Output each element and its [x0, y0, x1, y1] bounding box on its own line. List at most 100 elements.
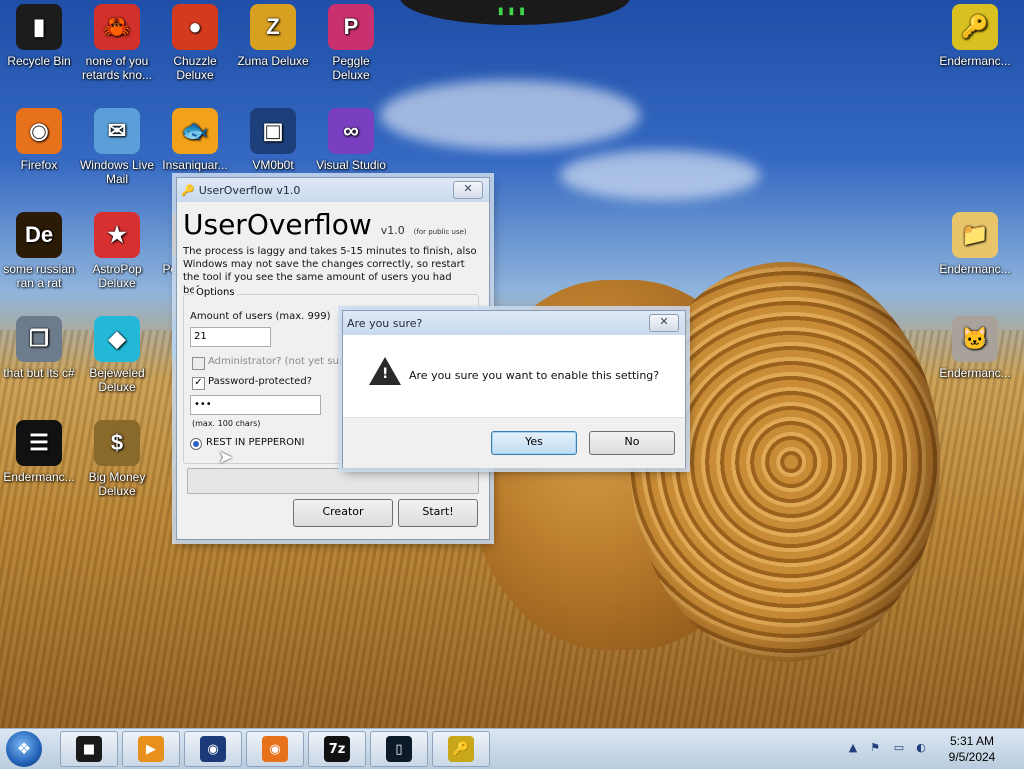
- taskbar-button-7zip[interactable]: 7z: [308, 731, 366, 767]
- media-player-icon: ▶: [138, 736, 164, 762]
- admin-checkbox[interactable]: [192, 357, 205, 370]
- desktop-icon[interactable]: 🦀 none of you retards kno...: [78, 4, 156, 82]
- desktop-icon-label: none of you retards kno...: [81, 54, 153, 82]
- desktop-icon-label: Big Money Deluxe: [88, 470, 146, 498]
- desktop-icon[interactable]: ❐ that but its c#: [0, 316, 78, 380]
- desktop-icon[interactable]: ▣ VM0b0t: [234, 108, 312, 172]
- desktop-icon[interactable]: ∞ Visual Studio: [312, 108, 390, 172]
- useroverflow-body: UserOverflow v1.0 (for public use) The p…: [183, 208, 479, 297]
- desktop-icon[interactable]: 🔑 Endermanc...: [936, 4, 1014, 68]
- password-label: Password-protected?: [208, 376, 312, 387]
- desktop-icon-glyph: 🐟: [172, 108, 218, 154]
- desktop-icon-glyph: 🐱: [952, 316, 998, 362]
- desktop-icon-glyph: ∞: [328, 108, 374, 154]
- desktop-icon[interactable]: $ Big Money Deluxe: [78, 420, 156, 498]
- app-heading: UserOverflow v1.0 (for public use): [183, 208, 479, 241]
- desktop-icon-label: Peggle Deluxe: [332, 54, 370, 82]
- no-button[interactable]: No: [589, 431, 675, 455]
- cloud: [380, 80, 640, 150]
- top-gadget: ▮ ▮ ▮: [400, 0, 630, 25]
- progress-bar: [187, 468, 479, 494]
- users-input[interactable]: 21: [190, 327, 271, 347]
- desktop-icon-label: Chuzzle Deluxe: [173, 54, 217, 82]
- globe-app-icon: ◉: [200, 736, 226, 762]
- desktop-icon[interactable]: De some russian ran a rat: [0, 212, 78, 290]
- desktop-icon-label: Windows Live Mail: [79, 158, 155, 186]
- close-icon[interactable]: ✕: [453, 181, 483, 199]
- taskbar-button-media-player[interactable]: ▶: [122, 731, 180, 767]
- show-hidden-icons-icon[interactable]: ▲: [846, 741, 860, 755]
- desktop-icon-label: Endermanc...: [3, 470, 75, 484]
- start-button[interactable]: ❖: [6, 731, 42, 767]
- desktop-icon-glyph: ◉: [16, 108, 62, 154]
- desktop-icon[interactable]: ★ AstroPop Deluxe: [78, 212, 156, 290]
- warning-icon: !: [369, 357, 401, 385]
- volume-icon[interactable]: ◐: [914, 741, 928, 755]
- desktop-icon-glyph: ▣: [250, 108, 296, 154]
- firefox-icon: ◉: [262, 736, 288, 762]
- confirm-dialog: Are you sure? ✕ ! Are you sure you want …: [342, 310, 686, 468]
- desktop-icon-label: Endermanc...: [939, 366, 1011, 380]
- desktop-icon-label: Zuma Deluxe: [237, 54, 309, 68]
- desktop-icon-glyph: Z: [250, 4, 296, 50]
- taskbar-button-globe-app[interactable]: ◉: [184, 731, 242, 767]
- creator-button[interactable]: Creator: [293, 499, 393, 527]
- desktop-icon-label: Visual Studio: [316, 158, 386, 172]
- mouse-cursor-icon: ➤: [218, 447, 234, 468]
- desktop-icon-glyph: $: [94, 420, 140, 466]
- confirm-titlebar[interactable]: Are you sure? ✕: [343, 311, 685, 335]
- desktop-icon-glyph: 🔑: [952, 4, 998, 50]
- desktop-icon-glyph: ▮: [16, 4, 62, 50]
- yes-button[interactable]: Yes: [491, 431, 577, 455]
- desktop-icon[interactable]: ▮ Recycle Bin: [0, 4, 78, 68]
- taskbar-button-terminal-app[interactable]: ▯: [370, 731, 428, 767]
- desktop-icon-label: Endermanc...: [939, 54, 1011, 68]
- desktop-icon-label: some russian ran a rat: [3, 262, 75, 290]
- desktop-icon-glyph: 🦀: [94, 4, 140, 50]
- desktop-icon[interactable]: ☰ Endermanc...: [0, 420, 78, 484]
- desktop-icon-glyph: P: [328, 4, 374, 50]
- desktop-icon-label: Insaniquar...: [162, 158, 228, 172]
- useroverflow-titlebar[interactable]: 🔑 UserOverflow v1.0 ✕: [177, 178, 489, 202]
- app-icon: 🔑: [181, 183, 195, 197]
- taskbar-button-key-app[interactable]: 🔑: [432, 731, 490, 767]
- desktop-icon[interactable]: Z Zuma Deluxe: [234, 4, 312, 68]
- desktop-icon[interactable]: ◉ Firefox: [0, 108, 78, 172]
- password-input[interactable]: •••: [190, 395, 321, 415]
- desktop-icon-glyph: ☰: [16, 420, 62, 466]
- desktop-icon-glyph: ❐: [16, 316, 62, 362]
- desktop-icon-label: that but its c#: [3, 366, 75, 380]
- taskbar-button-box-app[interactable]: ■: [60, 731, 118, 767]
- options-legend: Options: [194, 287, 237, 298]
- key-app-icon: 🔑: [448, 736, 474, 762]
- password-checkbox[interactable]: ✓: [192, 377, 205, 390]
- confirm-message: Are you sure you want to enable this set…: [409, 369, 660, 382]
- password-hint: (max. 100 chars): [192, 419, 261, 428]
- start-button[interactable]: Start!: [398, 499, 478, 527]
- desktop-icon[interactable]: P Peggle Deluxe: [312, 4, 390, 82]
- taskbar-button-firefox[interactable]: ◉: [246, 731, 304, 767]
- pepperoni-radio[interactable]: [190, 438, 202, 450]
- clock[interactable]: 5:31 AM 9/5/2024: [932, 733, 1012, 765]
- desktop-icon[interactable]: ● Chuzzle Deluxe: [156, 4, 234, 82]
- desktop-icon[interactable]: 🐱 Endermanc...: [936, 316, 1014, 380]
- desktop-icon-label: AstroPop Deluxe: [92, 262, 142, 290]
- 7zip-icon: 7z: [324, 736, 350, 762]
- action-center-icon[interactable]: ⚑: [868, 741, 882, 755]
- desktop-icon-glyph: ★: [94, 212, 140, 258]
- desktop-icon-glyph: De: [16, 212, 62, 258]
- desktop-icon[interactable]: ◆ Bejeweled Deluxe: [78, 316, 156, 394]
- clock-date: 9/5/2024: [948, 750, 996, 764]
- terminal-app-icon: ▯: [386, 736, 412, 762]
- close-icon[interactable]: ✕: [649, 314, 679, 332]
- desktop-icon-label: Firefox: [20, 158, 58, 172]
- desktop-icon[interactable]: 🐟 Insaniquar...: [156, 108, 234, 172]
- desktop-icon[interactable]: ✉ Windows Live Mail: [78, 108, 156, 186]
- network-icon[interactable]: ▭: [892, 741, 906, 755]
- desktop-icon-glyph: ●: [172, 4, 218, 50]
- users-label: Amount of users (max. 999): [190, 311, 331, 322]
- desktop-icon[interactable]: 📁 Endermanc...: [936, 212, 1014, 276]
- desktop-icon-glyph: ◆: [94, 316, 140, 362]
- desktop-icon-label: Endermanc...: [939, 262, 1011, 276]
- clock-time: 5:31 AM: [949, 734, 995, 748]
